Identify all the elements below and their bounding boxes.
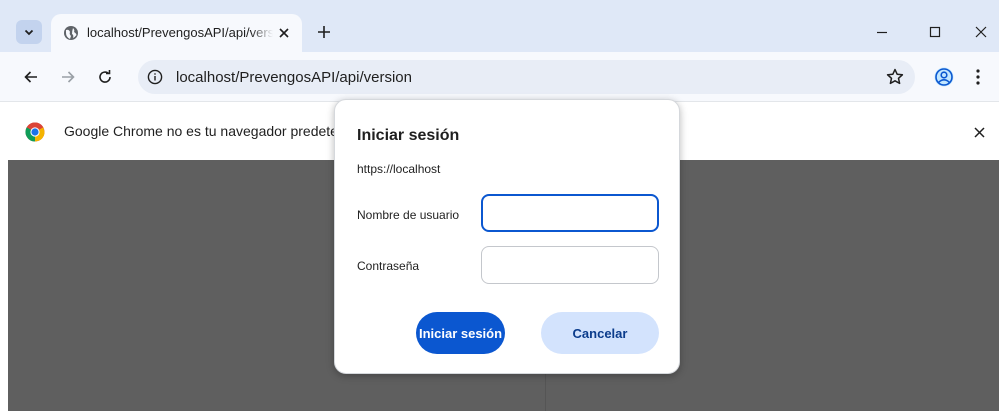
chevron-down-icon: [24, 29, 34, 36]
close-icon: [973, 126, 985, 138]
username-input[interactable]: [481, 194, 659, 232]
more-vert-icon: [976, 69, 980, 85]
maximize-icon: [929, 26, 941, 38]
cancel-button[interactable]: Cancelar: [541, 312, 659, 354]
arrow-left-icon: [24, 71, 37, 83]
address-url: localhost/PrevengosAPI/api/version: [176, 69, 412, 86]
sign-in-button[interactable]: Iniciar sesión: [416, 312, 505, 354]
profile-icon[interactable]: [932, 65, 956, 89]
maximize-button[interactable]: [921, 20, 949, 44]
username-label: Nombre de usuario: [357, 208, 460, 222]
dialog-title: Iniciar sesión: [357, 127, 460, 144]
menu-button[interactable]: [970, 65, 986, 89]
reload-icon: [99, 70, 111, 83]
toolbar: localhost/PrevengosAPI/api/version: [0, 52, 999, 102]
arrow-right-icon: [62, 71, 75, 83]
tab-title: localhost/PrevengosAPI/api/version: [87, 25, 273, 40]
chrome-logo-icon: [25, 122, 45, 142]
tab-active[interactable]: localhost/PrevengosAPI/api/version: [51, 14, 302, 52]
reload-button[interactable]: [93, 65, 117, 89]
dialog-origin: https://localhost: [357, 162, 441, 176]
password-input[interactable]: [481, 246, 659, 284]
sign-in-dialog: Iniciar sesión https://localhost Nombre …: [334, 99, 680, 374]
minimize-button[interactable]: [868, 20, 896, 44]
password-label: Contraseña: [357, 259, 420, 273]
close-icon: [975, 26, 987, 38]
minimize-icon: [877, 31, 887, 34]
close-window-button[interactable]: [967, 20, 995, 44]
close-icon: [279, 28, 289, 38]
tab-strip: localhost/PrevengosAPI/api/version: [0, 0, 999, 52]
back-button[interactable]: [19, 65, 43, 89]
infobar-close-button[interactable]: [970, 123, 988, 141]
address-bar[interactable]: localhost/PrevengosAPI/api/version: [138, 60, 915, 94]
forward-button[interactable]: [56, 65, 80, 89]
info-icon[interactable]: [147, 69, 163, 85]
new-tab-button[interactable]: [312, 20, 336, 44]
tab-close-button[interactable]: [274, 23, 294, 43]
star-icon[interactable]: [885, 67, 905, 87]
globe-icon: [64, 26, 78, 40]
plus-icon: [318, 26, 330, 38]
tab-search-button[interactable]: [16, 20, 42, 44]
